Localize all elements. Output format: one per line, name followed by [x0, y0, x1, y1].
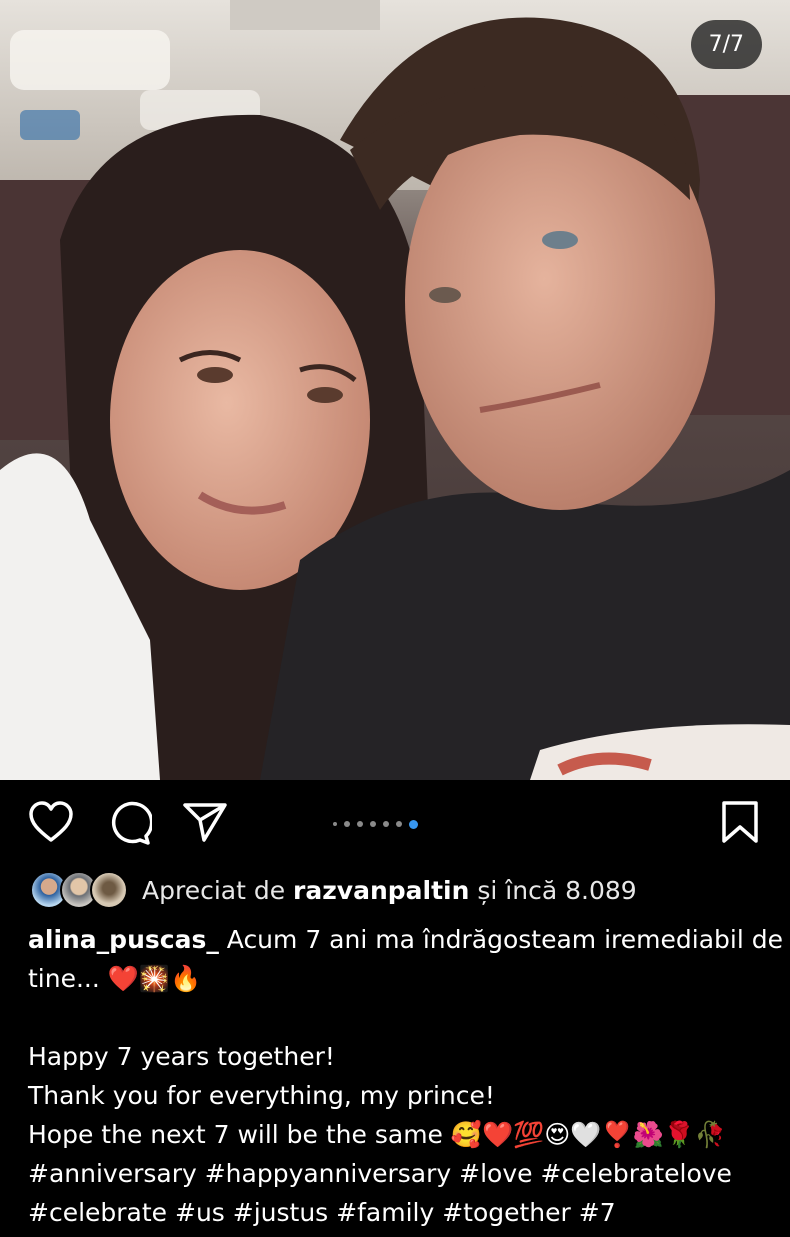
caption-text: Happy 7 years together!	[28, 1042, 335, 1071]
bookmark-icon	[722, 801, 758, 843]
carousel-dot	[383, 821, 389, 827]
likes-prefix: Apreciat de	[142, 875, 294, 905]
liker-avatars	[30, 871, 128, 909]
selfie-image	[0, 0, 790, 780]
caption-emojis: ❤️🎇🔥	[107, 964, 202, 993]
carousel-dot	[370, 821, 376, 827]
avatar	[90, 871, 128, 909]
share-button[interactable]	[182, 800, 228, 848]
carousel-dot	[396, 821, 402, 827]
caption-hashtags[interactable]: #celebrate #us #justus #family #together…	[28, 1193, 768, 1232]
caption-emojis: 🥰❤️💯😍🤍❣️🌺🌹🥀	[450, 1120, 726, 1149]
comment-button[interactable]	[106, 800, 154, 850]
carousel-dot	[344, 821, 350, 827]
carousel-dot	[357, 821, 363, 827]
heart-icon	[29, 801, 73, 842]
caption-line: tine... ❤️🎇🔥	[28, 959, 768, 998]
slide-counter: 7/7	[690, 20, 762, 69]
caption-line: alina_puscas_ Acum 7 ani ma îndrăgosteam…	[28, 920, 783, 959]
save-button[interactable]	[720, 800, 760, 848]
comment-icon	[111, 801, 154, 845]
like-button[interactable]	[28, 800, 74, 848]
caption-username[interactable]: alina_puscas_	[28, 925, 219, 954]
caption-hashtags[interactable]: #anniversary #happyanniversary #love #ce…	[28, 1154, 768, 1193]
likes-count[interactable]: și încă 8.089	[469, 876, 636, 905]
liker-username[interactable]: razvanpaltin	[293, 876, 469, 905]
caption-line: Hope the next 7 will be the same 🥰❤️💯😍🤍❣…	[28, 1115, 768, 1154]
caption-text: Acum 7 ani ma îndrăgosteam iremediabil d…	[218, 925, 783, 954]
likes-text: Apreciat de razvanpaltin și încă 8.089	[142, 876, 637, 905]
caption-text: tine...	[28, 964, 108, 993]
share-icon	[183, 803, 227, 842]
post-photo[interactable]: 7/7	[0, 0, 790, 780]
carousel-indicator	[333, 818, 418, 830]
post-caption: alina_puscas_ Acum 7 ani ma îndrăgosteam…	[28, 920, 783, 1232]
caption-text: Hope the next 7 will be the same	[28, 1120, 451, 1149]
carousel-dot	[333, 822, 337, 826]
caption-text: Thank you for everything, my prince!	[28, 1081, 495, 1110]
carousel-dot-active	[409, 819, 418, 829]
likes-row[interactable]: Apreciat de razvanpaltin și încă 8.089	[30, 868, 637, 912]
